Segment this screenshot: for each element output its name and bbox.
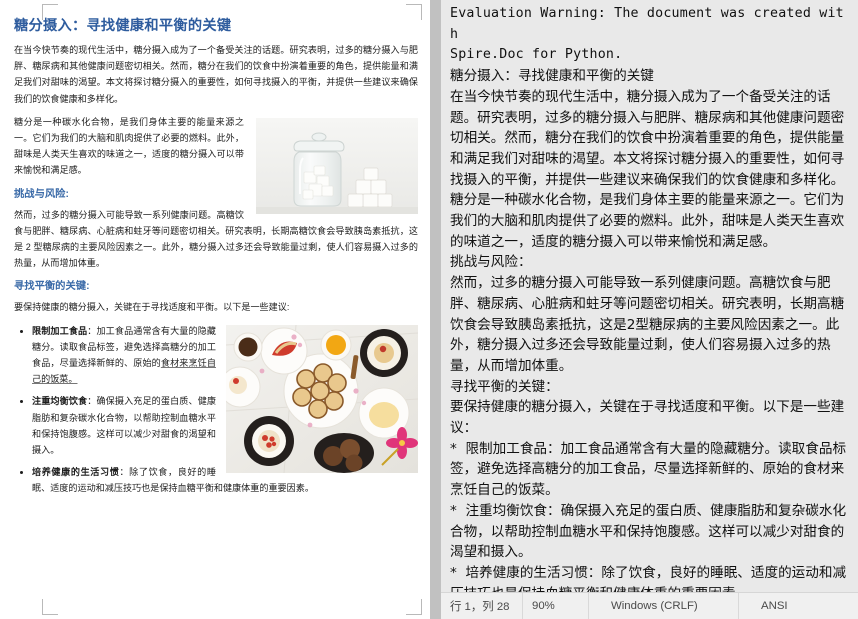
scrollbar-thumb[interactable] <box>430 0 441 619</box>
editor-line: 要保持健康的糖分摄入，关键在于寻找适度和平衡。以下是一些建议： <box>450 399 845 437</box>
word-document-pane[interactable]: 糖分摄入：寻找健康和平衡的关键 在当今快节奏的现代生活中，糖分摄入成为了一个备受… <box>0 0 430 619</box>
editor-line: 糖分是一种碳水化合物，是我们身体主要的能量来源之一。它们为我们的大脑和肌肉提供了… <box>450 192 845 250</box>
editor-line: 然而，过多的糖分摄入可能导致一系列健康问题。高糖饮食与肥胖、糖尿病、心脏病和蛀牙… <box>450 275 845 374</box>
vertical-scrollbar[interactable] <box>430 0 441 619</box>
bullet-term: 培养健康的生活习惯 <box>32 467 120 478</box>
editor-line: * 限制加工食品：加工食品通常含有大量的隐藏糖分。读取食品标签，避免选择高糖分的… <box>450 440 847 499</box>
zoom-level[interactable]: 90% <box>523 593 589 619</box>
bullet-term: 注重均衡饮食 <box>32 396 88 407</box>
editor-line: 糖分摄入：寻找健康和平衡的关键 <box>450 68 654 85</box>
bullet-term: 限制加工食品 <box>32 325 88 336</box>
editor-text-area[interactable]: Evaluation Warning: The document was cre… <box>441 0 858 592</box>
status-bar: 行 1，列 28 90% Windows (CRLF) ANSI <box>441 592 858 619</box>
cursor-position[interactable]: 行 1，列 28 <box>441 593 523 619</box>
balance-paragraph: 要保持健康的糖分摄入，关键在于寻找适度和平衡。以下是一些建议: <box>14 302 290 313</box>
text-editor-pane[interactable]: Evaluation Warning: The document was cre… <box>441 0 858 619</box>
page-crop-mark-bottom-right <box>406 599 422 615</box>
editor-line: 在当今快节奏的现代生活中，糖分摄入成为了一个备受关注的话题。研究表明，过多的糖分… <box>450 88 845 188</box>
document-title: 糖分摄入：寻找健康和平衡的关键 <box>14 18 232 34</box>
line-ending[interactable]: Windows (CRLF) <box>589 593 739 619</box>
bullet-sep: ： <box>119 467 130 478</box>
document-body[interactable]: 糖分摄入：寻找健康和平衡的关键 在当今快节奏的现代生活中，糖分摄入成为了一个备受… <box>14 16 418 503</box>
editor-line: Evaluation Warning: The document was cre… <box>450 6 844 42</box>
dessert-table-photo <box>226 324 418 473</box>
editor-line: * 培养健康的生活习惯：除了饮食，良好的睡眠、适度的运动和减压技巧也是保持血糖平… <box>450 564 847 592</box>
editor-line: 挑战与风险： <box>450 254 532 271</box>
heading-balance: 寻找平衡的关键: <box>14 281 90 293</box>
page-crop-mark-bottom-left <box>42 599 58 615</box>
application-window: 糖分摄入：寻找健康和平衡的关键 在当今快节奏的现代生活中，糖分摄入成为了一个备受… <box>0 0 858 619</box>
editor-line: 寻找平衡的关键： <box>450 378 559 395</box>
editor-line: Spire.Doc for Python. <box>450 47 623 63</box>
sugar-jar-photo <box>256 117 418 214</box>
editor-line: * 注重均衡饮食：确保摄入充足的蛋白质、健康脂肪和复杂碳水化合物，以帮助控制血糖… <box>450 502 847 561</box>
intro-paragraph: 在当今快节奏的现代生活中，糖分摄入成为了一个备受关注的话题。研究表明，过多的糖分… <box>14 45 418 104</box>
risk-paragraph: 然而，过多的糖分摄入可能导致一系列健康问题。高糖饮食与肥胖、糖尿病、心脏病和蛀牙… <box>14 209 418 269</box>
encoding[interactable]: ANSI <box>739 593 797 619</box>
